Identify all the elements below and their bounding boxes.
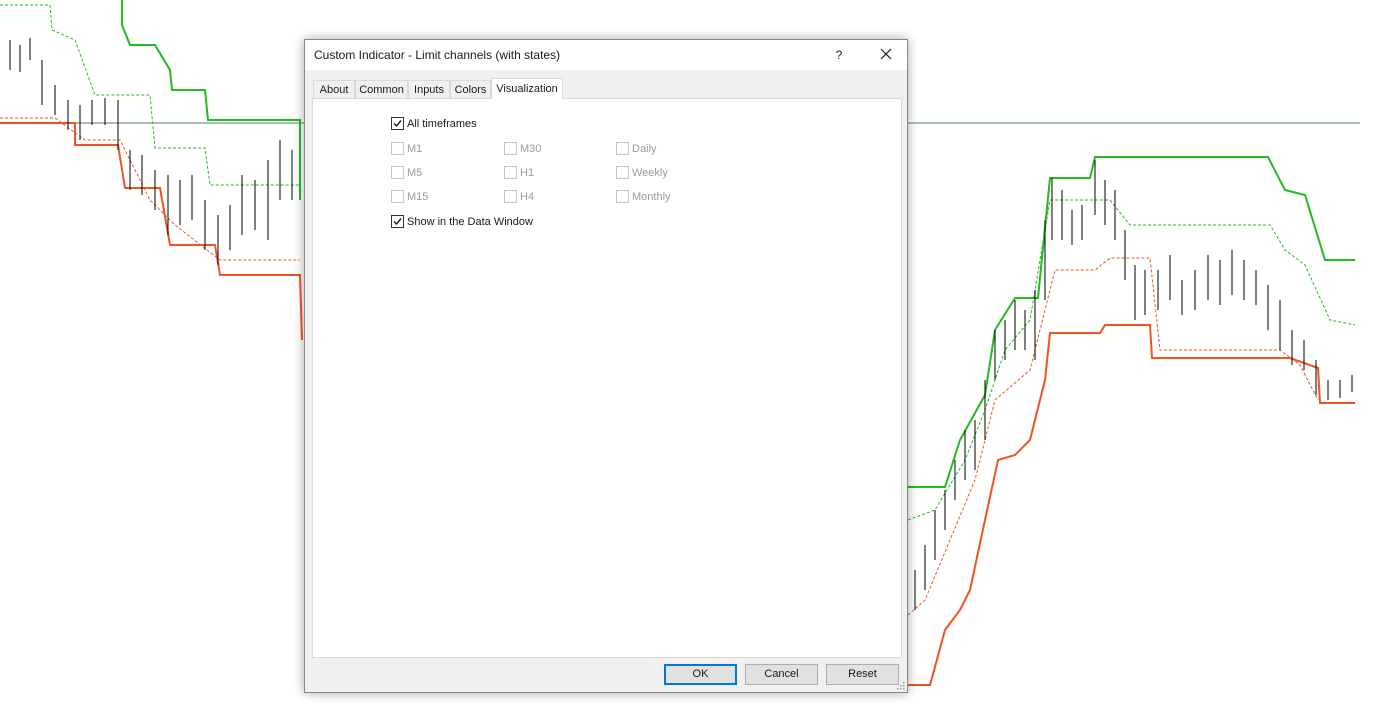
timeframe-monthly-checkbox[interactable]: Monthly xyxy=(616,189,671,204)
tab-visualization[interactable]: Visualization xyxy=(491,78,563,99)
candles-left xyxy=(9,38,293,265)
timeframe-m5-checkbox[interactable]: M5 xyxy=(391,165,423,180)
timeframe-label: Monthly xyxy=(632,191,671,203)
tab-common[interactable]: Common xyxy=(355,80,408,98)
upper-channel-line-left xyxy=(121,0,301,200)
timeframe-label: M1 xyxy=(407,143,423,155)
help-button[interactable]: ? xyxy=(827,40,851,70)
timeframe-label: Daily xyxy=(632,143,657,155)
show-data-window-label: Show in the Data Window xyxy=(407,216,533,228)
all-timeframes-label: All timeframes xyxy=(407,118,477,130)
custom-indicator-dialog: Custom Indicator - Limit channels (with … xyxy=(304,39,908,693)
checkbox-empty-icon xyxy=(504,189,517,203)
timeframe-label: M5 xyxy=(407,167,423,179)
lower-channel-line-right xyxy=(908,324,1355,686)
checkbox-checked-icon xyxy=(391,116,404,130)
timeframe-m30-checkbox[interactable]: M30 xyxy=(504,141,542,156)
close-button[interactable] xyxy=(871,40,901,70)
checkbox-checked-icon xyxy=(391,214,404,228)
timeframe-label: M30 xyxy=(520,143,542,155)
timeframe-m1-checkbox[interactable]: M1 xyxy=(391,141,423,156)
timeframe-weekly-checkbox[interactable]: Weekly xyxy=(616,165,668,180)
lower-dashed-right xyxy=(907,257,1319,616)
upper-dashed-left xyxy=(0,4,300,186)
checkbox-empty-icon xyxy=(391,189,404,203)
upper-dashed-right xyxy=(907,199,1356,521)
lower-channel-line-left xyxy=(0,122,303,341)
all-timeframes-checkbox[interactable]: All timeframes xyxy=(391,116,477,131)
timeframe-m15-checkbox[interactable]: M15 xyxy=(391,189,429,204)
tab-inputs[interactable]: Inputs xyxy=(408,80,450,98)
dialog-title: Custom Indicator - Limit channels (with … xyxy=(314,48,561,62)
checkbox-empty-icon xyxy=(391,165,404,179)
timeframe-h4-checkbox[interactable]: H4 xyxy=(504,189,535,204)
checkbox-empty-icon xyxy=(504,141,517,155)
timeframe-label: Weekly xyxy=(632,167,668,179)
timeframe-label: H4 xyxy=(520,191,535,203)
cancel-button[interactable]: Cancel xyxy=(745,664,818,685)
ok-button[interactable]: OK xyxy=(664,664,737,685)
checkbox-empty-icon xyxy=(504,165,517,179)
timeframe-label: M15 xyxy=(407,191,429,203)
checkbox-empty-icon xyxy=(391,141,404,155)
close-icon xyxy=(880,48,892,60)
reset-button[interactable]: Reset xyxy=(826,664,899,685)
tab-about[interactable]: About xyxy=(313,80,355,98)
timeframe-label: H1 xyxy=(520,167,535,179)
resize-grip-icon[interactable] xyxy=(896,681,905,690)
visualization-panel: All timeframes M1 M30 Daily M5 H1 Weekly… xyxy=(312,98,902,658)
checkbox-empty-icon xyxy=(616,189,629,203)
timeframe-h1-checkbox[interactable]: H1 xyxy=(504,165,535,180)
checkbox-empty-icon xyxy=(616,165,629,179)
checkbox-empty-icon xyxy=(616,141,629,155)
tab-colors[interactable]: Colors xyxy=(450,80,491,98)
show-data-window-checkbox[interactable]: Show in the Data Window xyxy=(391,214,533,229)
timeframe-daily-checkbox[interactable]: Daily xyxy=(616,141,657,156)
dialog-titlebar[interactable]: Custom Indicator - Limit channels (with … xyxy=(305,40,907,70)
